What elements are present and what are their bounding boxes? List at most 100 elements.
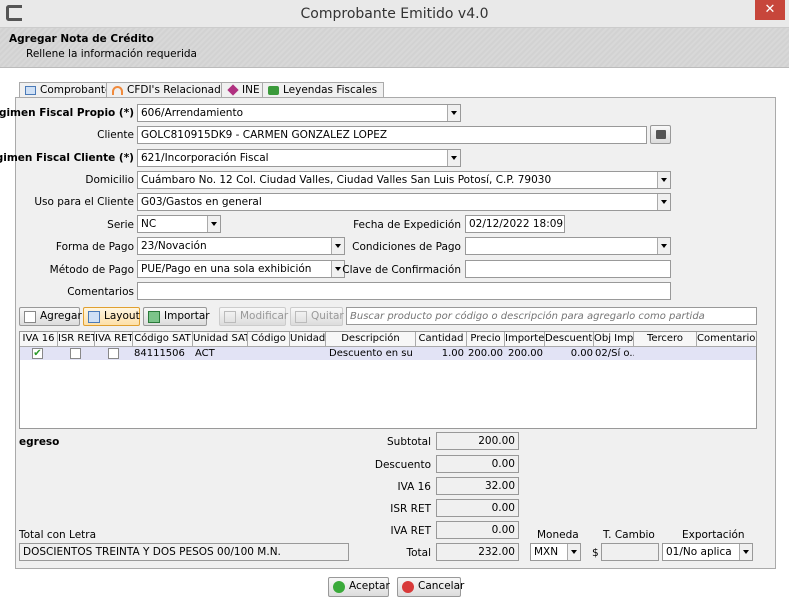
- isr-ret-label: ISR RET: [390, 503, 431, 515]
- label: Agregar: [40, 310, 82, 322]
- domicilio-select[interactable]: Cuámbaro No. 12 Col. Ciudad Valles, Ciud…: [137, 171, 671, 189]
- value: 606/Arrendamiento: [141, 107, 243, 119]
- col-isr-ret[interactable]: ISR RET: [58, 332, 95, 347]
- cliente-lookup-button[interactable]: [650, 125, 671, 144]
- book-icon: [268, 86, 279, 95]
- chevron-down-icon[interactable]: [657, 238, 670, 254]
- rss-icon: [112, 86, 123, 95]
- serie-label: Serie: [107, 219, 134, 231]
- value: G03/Gastos en general: [141, 196, 262, 208]
- chevron-down-icon[interactable]: [567, 544, 580, 560]
- currency-symbol: $: [592, 547, 599, 559]
- condiciones-label: Condiciones de Pago: [352, 241, 461, 253]
- metodo-pago-select[interactable]: PUE/Pago en una sola exhibición: [137, 260, 345, 278]
- label: Cancelar: [418, 580, 465, 592]
- tab-label: INE: [242, 84, 260, 96]
- moneda-label: Moneda: [537, 529, 579, 541]
- fecha-label: Fecha de Expedición: [353, 219, 461, 231]
- quitar-button[interactable]: Quitar: [290, 307, 344, 326]
- chevron-down-icon[interactable]: [739, 544, 752, 560]
- regimen-propio-select[interactable]: 606/Arrendamiento: [137, 104, 461, 122]
- total-label: Total: [406, 547, 431, 559]
- col-descuento[interactable]: Descuento: [545, 332, 594, 347]
- cell-importe: 200.00: [508, 348, 543, 359]
- col-unidad-sat[interactable]: Unidad SAT: [193, 332, 248, 347]
- col-tercero[interactable]: Tercero: [634, 332, 697, 347]
- isr-ret-checkbox[interactable]: [70, 348, 81, 359]
- col-comentarios[interactable]: Comentarios: [697, 332, 756, 347]
- tab-leyendas-fiscales[interactable]: Leyendas Fiscales: [262, 82, 385, 98]
- cancel-icon: [402, 581, 414, 593]
- col-codigo[interactable]: Código: [248, 332, 290, 347]
- tcambio-field[interactable]: [601, 543, 659, 561]
- col-cantidad[interactable]: Cantidad: [416, 332, 467, 347]
- col-obj-imp[interactable]: Obj Imp: [594, 332, 634, 347]
- iva16-checkbox[interactable]: ✔: [32, 348, 43, 359]
- col-codigo-sat[interactable]: Código SAT: [133, 332, 193, 347]
- uso-label: Uso para el Cliente: [34, 196, 134, 208]
- iva-ret-field: 0.00: [436, 521, 519, 539]
- tab-cfdi-relacionados[interactable]: CFDI's Relacionados: [106, 82, 240, 98]
- iva16-label: IVA 16: [397, 481, 432, 493]
- cliente-label: Cliente: [97, 129, 134, 141]
- remove-document-icon: [295, 311, 307, 323]
- cell-descripcion: Descuento en su p...: [329, 348, 415, 359]
- col-precio[interactable]: Precio: [467, 332, 505, 347]
- descuento-field: 0.00: [436, 455, 519, 473]
- regimen-cliente-select[interactable]: 621/Incorporación Fiscal: [137, 149, 461, 167]
- cell-obj-imp: 02/Sí o...: [595, 348, 634, 359]
- importar-button[interactable]: Importar: [143, 307, 210, 326]
- forma-pago-select[interactable]: 23/Novación: [137, 237, 345, 255]
- exportacion-select[interactable]: 01/No aplica: [662, 543, 753, 561]
- exportacion-label: Exportación: [682, 529, 745, 541]
- moneda-select[interactable]: MXN: [530, 543, 581, 561]
- cell-descuento: 0.00: [570, 348, 593, 359]
- agregar-button[interactable]: Agregar: [19, 307, 82, 326]
- subtotal-label: Subtotal: [387, 436, 431, 448]
- aceptar-button[interactable]: Aceptar: [328, 577, 390, 597]
- chevron-down-icon[interactable]: [657, 194, 670, 210]
- dialog-header: Agregar Nota de Crédito Rellene la infor…: [0, 28, 789, 68]
- serie-select[interactable]: NC: [137, 215, 221, 233]
- items-table: IVA 16 ISR RET IVA RET Código SAT Unidad…: [19, 331, 757, 429]
- header-subtitle: Rellene la información requerida: [26, 48, 197, 60]
- chevron-down-icon[interactable]: [207, 216, 220, 232]
- chevron-down-icon[interactable]: [447, 105, 460, 121]
- iva-ret-checkbox[interactable]: [108, 348, 119, 359]
- total-field: 232.00: [436, 543, 519, 561]
- modificar-button[interactable]: Modificar: [219, 307, 289, 326]
- diamond-icon: [227, 84, 239, 96]
- product-search-input[interactable]: [346, 307, 757, 325]
- tab-ine[interactable]: INE: [221, 82, 267, 98]
- condiciones-select[interactable]: [465, 237, 671, 255]
- title-bar: Comprobante Emitido v4.0 ✕: [0, 0, 789, 28]
- cancelar-button[interactable]: Cancelar: [397, 577, 465, 597]
- col-importe[interactable]: Importe: [505, 332, 545, 347]
- cell-codigo-sat: 84111506: [134, 348, 185, 359]
- label: Modificar: [240, 310, 289, 322]
- cliente-field[interactable]: GOLC810915DK9 - CARMEN GONZALEZ LOPEZ: [137, 126, 647, 144]
- close-button[interactable]: ✕: [755, 0, 785, 20]
- descuento-label: Descuento: [374, 459, 431, 471]
- col-iva16[interactable]: IVA 16: [20, 332, 58, 347]
- binoculars-icon: [656, 130, 666, 139]
- label: Layout: [104, 310, 140, 322]
- layout-button[interactable]: Layout: [83, 307, 140, 326]
- clave-field[interactable]: [465, 260, 671, 278]
- col-unidad[interactable]: Unidad: [290, 332, 326, 347]
- col-descripcion[interactable]: Descripción: [326, 332, 416, 347]
- clave-label: Clave de Confirmación: [342, 264, 461, 276]
- chevron-down-icon[interactable]: [657, 172, 670, 188]
- value: PUE/Pago en una sola exhibición: [141, 263, 312, 275]
- check-icon: [333, 581, 345, 593]
- value: MXN: [534, 546, 559, 558]
- uso-select[interactable]: G03/Gastos en general: [137, 193, 671, 211]
- value: 621/Incorporación Fiscal: [141, 152, 269, 164]
- iva-ret-label: IVA RET: [390, 525, 431, 537]
- chevron-down-icon[interactable]: [447, 150, 460, 166]
- col-iva-ret[interactable]: IVA RET: [95, 332, 133, 347]
- chevron-down-icon[interactable]: [331, 238, 344, 254]
- fecha-field[interactable]: 02/12/2022 18:09:30: [465, 215, 565, 233]
- comentarios-field[interactable]: [137, 282, 671, 300]
- subtotal-field: 200.00: [436, 432, 519, 450]
